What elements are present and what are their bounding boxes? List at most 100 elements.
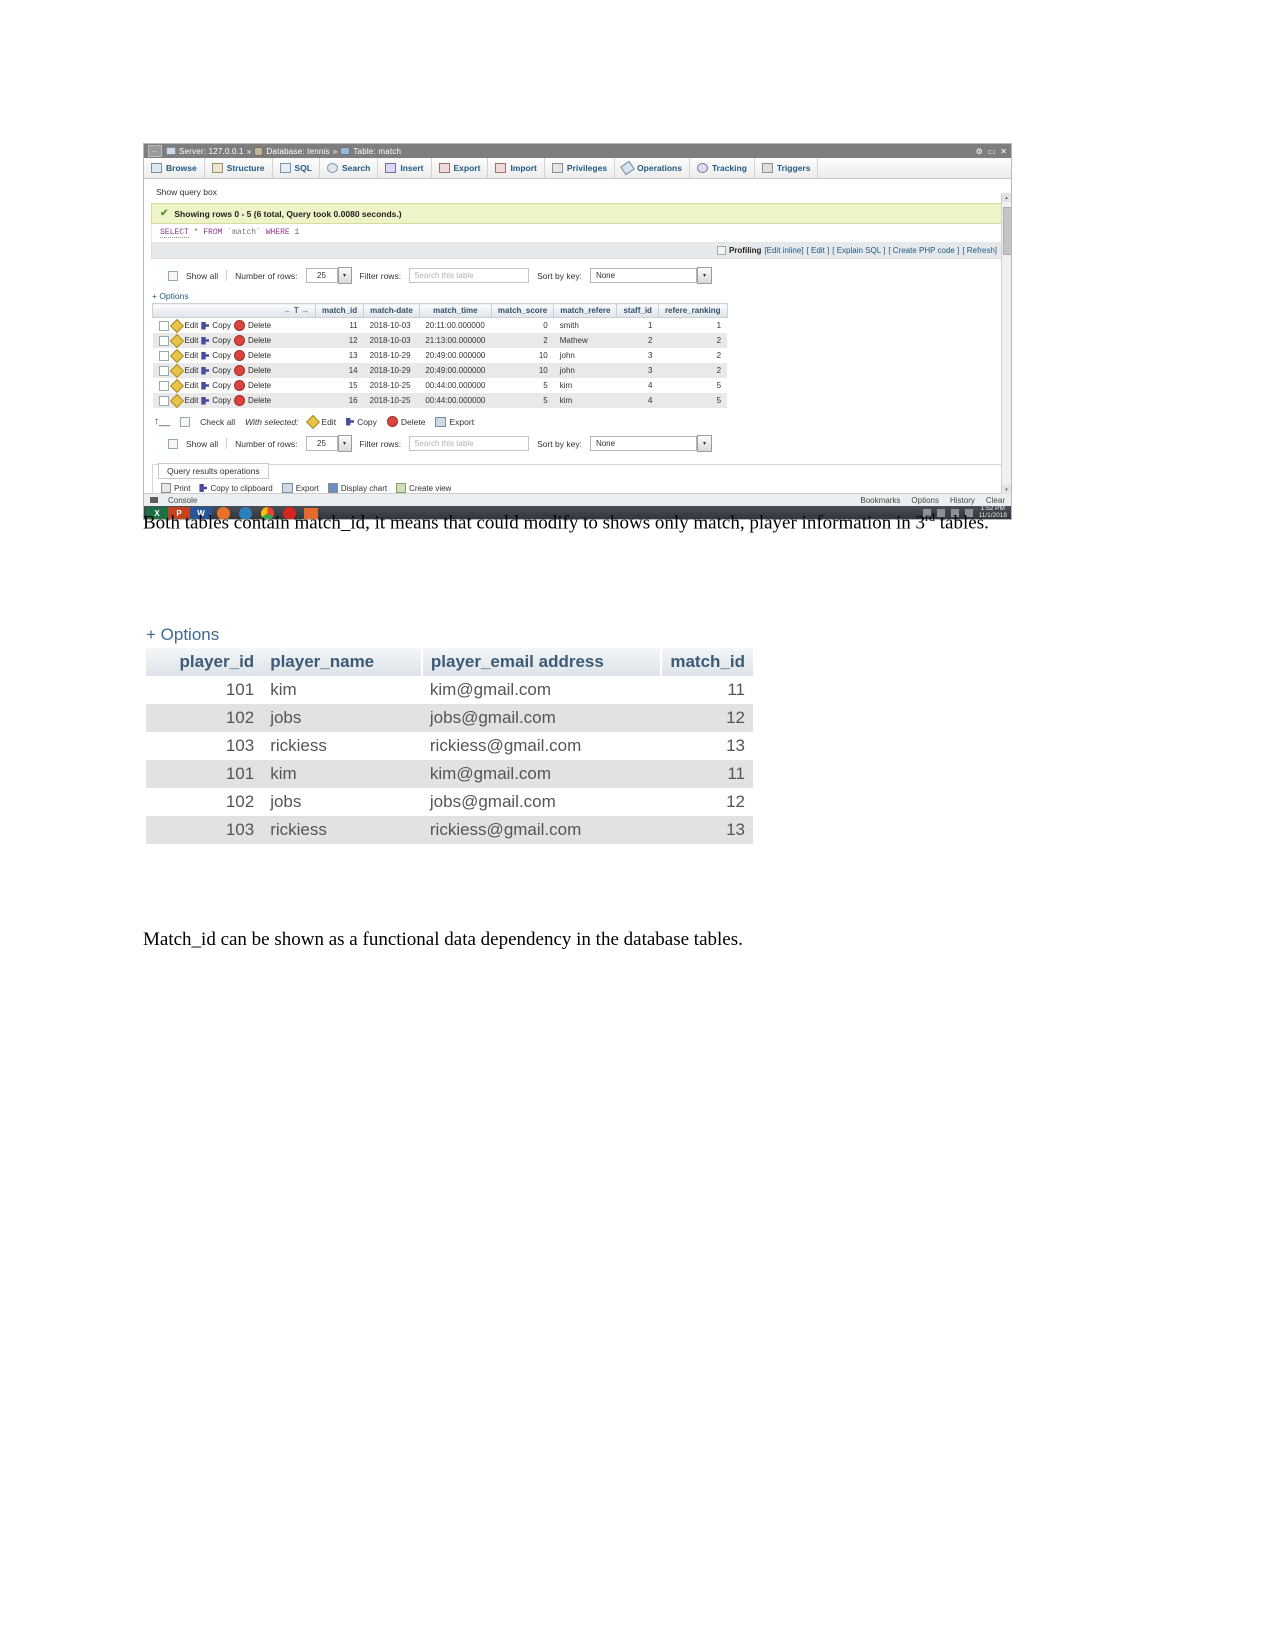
vertical-scrollbar[interactable]: ▴ ▾: [1001, 193, 1011, 494]
create-php-code-link[interactable]: [ Create PHP code ]: [888, 246, 959, 255]
edit-icon[interactable]: [169, 393, 184, 408]
back-button[interactable]: ←: [148, 145, 162, 157]
delete-icon[interactable]: [233, 335, 245, 346]
number-of-rows-select[interactable]: 25 ▾: [305, 435, 352, 452]
refresh-link[interactable]: [ Refresh]: [962, 246, 997, 255]
column-header-match-id[interactable]: match_id: [314, 303, 365, 318]
delete-link[interactable]: Delete: [248, 366, 271, 375]
tab-search[interactable]: Search: [320, 158, 379, 178]
delete-link[interactable]: Delete: [248, 321, 271, 330]
copy-link[interactable]: Copy: [212, 366, 231, 375]
delete-link[interactable]: Delete: [248, 351, 271, 360]
copy-link[interactable]: Copy: [212, 336, 231, 345]
tab-structure[interactable]: Structure: [205, 158, 273, 178]
select-all-arrow-icon[interactable]: ↑__: [154, 416, 170, 427]
display-chart-button[interactable]: Display chart: [327, 483, 387, 493]
scroll-down-icon[interactable]: ▾: [1002, 485, 1011, 494]
delete-icon[interactable]: [233, 350, 245, 361]
options-toggle-link[interactable]: + Options: [144, 290, 1011, 303]
delete-link[interactable]: Delete: [248, 336, 271, 345]
edit-link[interactable]: Edit: [185, 381, 199, 390]
edit-link[interactable]: Edit: [185, 321, 199, 330]
tab-insert[interactable]: Insert: [378, 158, 432, 178]
edit-icon[interactable]: [169, 363, 184, 378]
player-options-link[interactable]: + Options: [146, 625, 753, 648]
tab-triggers[interactable]: Triggers: [755, 158, 819, 178]
tab-sql[interactable]: SQL: [273, 158, 320, 178]
player-column-player-id[interactable]: player_id: [146, 648, 263, 676]
edit-link[interactable]: Edit: [185, 366, 199, 375]
create-view-button[interactable]: Create view: [396, 483, 451, 493]
tab-tracking[interactable]: Tracking: [690, 158, 755, 178]
sort-by-key-select[interactable]: None ▾: [589, 267, 712, 284]
sort-handle-header[interactable]: ← T →: [152, 303, 316, 318]
row-checkbox[interactable]: [158, 395, 169, 406]
bulk-export-button[interactable]: Export: [435, 416, 474, 427]
copy-icon[interactable]: [201, 321, 210, 330]
print-button[interactable]: Print: [161, 483, 190, 493]
close-icon[interactable]: ✕: [1000, 147, 1007, 156]
copy-icon[interactable]: [201, 381, 210, 390]
column-header-match-time[interactable]: match_time: [418, 303, 492, 318]
sort-by-key-select[interactable]: None ▾: [589, 435, 712, 452]
breadcrumb-table[interactable]: Table: match: [353, 147, 401, 156]
delete-icon[interactable]: [233, 380, 245, 391]
player-column-match-id[interactable]: match_id: [661, 648, 753, 676]
edit-icon[interactable]: [169, 318, 184, 333]
edit-link[interactable]: Edit: [185, 396, 199, 405]
edit-link[interactable]: Edit: [185, 351, 199, 360]
number-of-rows-select[interactable]: 25 ▾: [305, 267, 352, 284]
column-header-staff-id[interactable]: staff_id: [616, 303, 659, 318]
explain-sql-link[interactable]: [ Explain SQL ]: [832, 246, 885, 255]
column-header-match-refere[interactable]: match_refere: [553, 303, 618, 318]
player-column-player-email[interactable]: player_email address: [421, 648, 663, 676]
tab-export[interactable]: Export: [432, 158, 489, 178]
column-header-match-date[interactable]: match-date: [363, 303, 420, 318]
bulk-edit-button[interactable]: Edit: [306, 414, 336, 429]
breadcrumb-server[interactable]: Server: 127.0.0.1: [179, 147, 244, 156]
copy-to-clipboard-button[interactable]: Copy to clipboard: [199, 484, 273, 493]
row-checkbox[interactable]: [158, 335, 169, 346]
edit-icon[interactable]: [169, 348, 184, 363]
row-checkbox[interactable]: [158, 380, 169, 391]
show-all-checkbox[interactable]: [168, 270, 178, 281]
gear-icon[interactable]: ⚙: [976, 147, 983, 156]
row-checkbox[interactable]: [158, 320, 169, 331]
scrollbar-thumb[interactable]: [1003, 207, 1011, 255]
export-button[interactable]: Export: [281, 483, 319, 493]
copy-icon[interactable]: [201, 336, 210, 345]
tab-import[interactable]: Import: [488, 158, 545, 178]
bulk-copy-button[interactable]: Copy: [346, 417, 377, 427]
column-header-refere-ranking[interactable]: refere_ranking: [657, 303, 728, 318]
delete-link[interactable]: Delete: [248, 396, 271, 405]
copy-link[interactable]: Copy: [212, 321, 231, 330]
delete-icon[interactable]: [233, 395, 245, 406]
copy-link[interactable]: Copy: [212, 381, 231, 390]
breadcrumb-database[interactable]: Database: tennis: [266, 147, 329, 156]
tab-browse[interactable]: Browse: [144, 158, 205, 178]
show-all-checkbox[interactable]: [168, 438, 178, 449]
filter-rows-input[interactable]: Search this table: [409, 268, 530, 283]
copy-icon[interactable]: [201, 396, 210, 405]
column-header-match-score[interactable]: match_score: [490, 303, 555, 318]
edit-inline-link[interactable]: [Edit inline]: [764, 246, 803, 255]
edit-icon[interactable]: [169, 378, 184, 393]
edit-link[interactable]: [ Edit ]: [807, 246, 830, 255]
edit-link[interactable]: Edit: [185, 336, 199, 345]
row-checkbox[interactable]: [158, 365, 169, 376]
copy-link[interactable]: Copy: [212, 351, 231, 360]
tab-privileges[interactable]: Privileges: [545, 158, 616, 178]
tab-operations[interactable]: Operations: [615, 158, 690, 178]
minimize-icon[interactable]: ▭: [988, 147, 996, 156]
copy-link[interactable]: Copy: [212, 396, 231, 405]
edit-icon[interactable]: [169, 333, 184, 348]
delete-icon[interactable]: [233, 320, 245, 331]
copy-icon[interactable]: [201, 351, 210, 360]
player-column-player-name[interactable]: player_name: [262, 648, 423, 676]
show-query-box-link[interactable]: Show query box: [144, 179, 1011, 203]
filter-rows-input[interactable]: Search this table: [409, 436, 530, 451]
row-checkbox[interactable]: [158, 350, 169, 361]
check-all-label[interactable]: Check all: [200, 417, 235, 427]
bulk-delete-button[interactable]: Delete: [386, 416, 425, 427]
delete-icon[interactable]: [233, 365, 245, 376]
